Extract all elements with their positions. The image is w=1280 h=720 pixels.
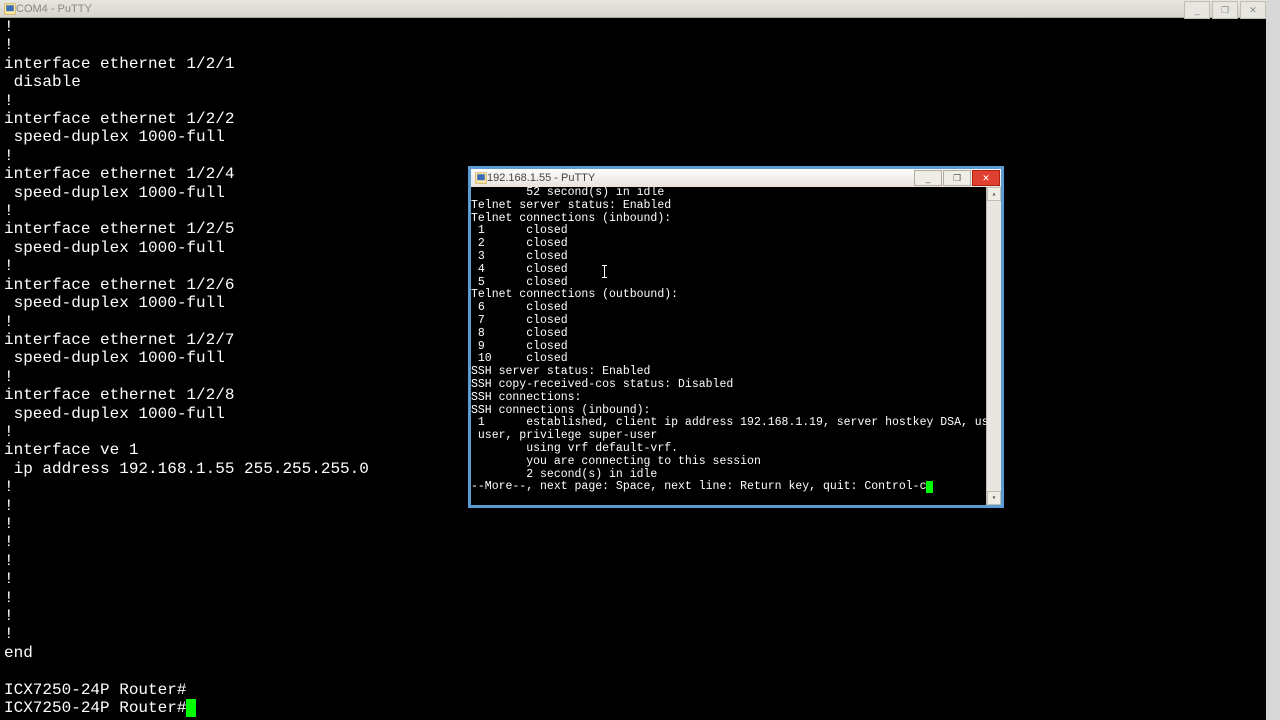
close-button[interactable]: ✕	[972, 170, 1000, 186]
scroll-track[interactable]	[987, 201, 1001, 491]
maximize-button[interactable]: ❐	[943, 170, 971, 186]
close-button[interactable]: ✕	[1240, 1, 1266, 19]
text-caret-icon	[604, 265, 605, 278]
bg-window-title: COM4 - PuTTY	[16, 3, 1182, 15]
cursor-block	[926, 481, 933, 493]
scroll-up-button[interactable]: ▴	[987, 187, 1001, 201]
putty-icon	[4, 3, 16, 15]
putty-window-foreground: 192.168.1.55 - PuTTY _ ❐ ✕ 52 second(s) …	[468, 166, 1004, 508]
fg-window-buttons: _ ❐ ✕	[914, 169, 1001, 187]
scroll-down-button[interactable]: ▾	[987, 491, 1001, 505]
cursor-block	[186, 699, 196, 717]
putty-icon	[475, 172, 487, 184]
maximize-button[interactable]: ❐	[1212, 1, 1238, 19]
fg-window-title: 192.168.1.55 - PuTTY	[487, 172, 595, 184]
minimize-button[interactable]: _	[914, 170, 942, 186]
fg-window-titlebar[interactable]: 192.168.1.55 - PuTTY _ ❐ ✕	[471, 169, 1001, 187]
bg-window-titlebar[interactable]: COM4 - PuTTY _ ❐ ✕	[0, 0, 1266, 18]
scrollbar[interactable]: ▴ ▾	[986, 187, 1001, 505]
minimize-button[interactable]: _	[1184, 1, 1210, 19]
bg-window-buttons: _ ❐ ✕	[1182, 0, 1266, 17]
desktop-background-sliver	[1266, 0, 1280, 720]
fg-terminal-area[interactable]: 52 second(s) in idle Telnet server statu…	[471, 187, 986, 505]
